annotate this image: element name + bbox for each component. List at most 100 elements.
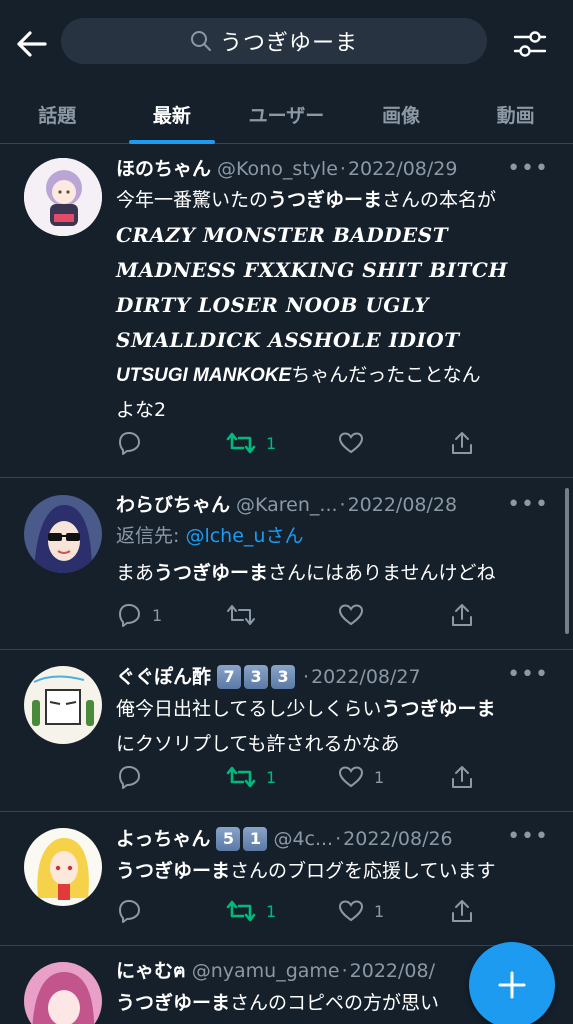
retweet-count: 1 (266, 901, 277, 921)
retweet-icon (226, 432, 256, 454)
avatar[interactable] (24, 495, 102, 573)
reply-icon (119, 900, 140, 923)
heart-icon (338, 766, 364, 788)
tweet-date[interactable]: 2022/08/26 (343, 826, 453, 852)
tab-videos[interactable]: 動画 (458, 86, 573, 143)
tweet-text: 今年一番驚いたのうつぎゆーまさんの本名が CRAZY MONSTER BADDE… (116, 183, 551, 428)
user-handle[interactable]: @Karen_... (236, 492, 338, 518)
tweet-date[interactable]: 2022/08/27 (311, 664, 421, 690)
retweet-count: 1 (266, 767, 277, 787)
search-highlight: うつぎゆーま (116, 992, 231, 1014)
tab-label: 動画 (496, 105, 535, 127)
tweet-date[interactable]: 2022/08/ (350, 958, 435, 984)
scrollbar[interactable] (565, 488, 569, 634)
display-name[interactable]: よっちゃん (116, 826, 210, 852)
like-button[interactable]: 1 (338, 762, 384, 792)
reply-context: 返信先: @lche_uさん (116, 522, 551, 550)
avatar[interactable] (24, 666, 102, 744)
tweet-actions: 1 1 (116, 762, 476, 792)
display-name[interactable]: ほのちゃん (116, 156, 211, 182)
tweet-header: よっちゃん 5 1 @4c... · 2022/08/26 (116, 826, 551, 852)
tweet-date[interactable]: 2022/08/29 (348, 156, 458, 182)
share-button[interactable] (450, 896, 474, 926)
user-handle[interactable]: @4c... (273, 826, 333, 852)
reply-suffix: さん (265, 525, 304, 547)
reply-button[interactable] (116, 428, 152, 458)
reply-button[interactable] (116, 896, 152, 926)
tab-images[interactable]: 画像 (344, 86, 459, 143)
search-input[interactable]: うつぎゆーま (61, 18, 487, 64)
text-segment: さんの本名が (382, 189, 497, 211)
filter-button[interactable] (508, 24, 552, 64)
share-icon (452, 766, 472, 788)
tweet[interactable]: ••• わらびちゃん @Karen_... · 2022/08/28 返信先: … (0, 478, 573, 650)
search-highlight: うつぎゆーま (381, 698, 496, 720)
name-suffix: ฅ (173, 960, 186, 982)
tab-users[interactable]: ユーザー (229, 86, 344, 143)
text-segment: まあ (116, 562, 155, 584)
display-name[interactable]: にゃむ (116, 958, 173, 984)
separator: · (339, 158, 346, 180)
tab-label: ユーザー (248, 105, 325, 127)
tweet[interactable]: ••• ほのちゃん @Kono_style · 2022/08/29 今年一番驚… (0, 144, 573, 478)
like-button[interactable] (338, 428, 374, 458)
reply-button[interactable]: 1 (116, 600, 162, 630)
like-button[interactable] (338, 600, 374, 630)
reply-icon (119, 766, 140, 789)
tweet-actions: 1 (116, 428, 476, 458)
number-badge: 3 (244, 665, 269, 689)
text-segment: ちゃんだったことなん (291, 364, 481, 386)
share-button[interactable] (450, 762, 474, 792)
number-badge: 3 (271, 665, 296, 689)
tweet-actions: 1 1 (116, 896, 476, 926)
text-segment: さんにはありませんけどね (268, 562, 496, 584)
avatar-image (24, 158, 102, 236)
text-line: にクソリプしても許されるかなあ (116, 733, 400, 755)
separator: · (339, 494, 346, 516)
tweet[interactable]: ••• よっちゃん 5 1 @4c... · 2022/08/26 うつぎゆーま… (0, 812, 573, 946)
back-button[interactable] (12, 24, 52, 64)
tab-label: 画像 (382, 105, 421, 127)
reply-button[interactable] (116, 762, 152, 792)
mention-link[interactable]: @lche_u (185, 525, 265, 547)
text-segment: 俺今日出社してるし少しくらい (116, 698, 382, 720)
text-line: DIRTY LOSER NOOB UGLY (116, 293, 429, 317)
tweet-header: わらびちゃん @Karen_... · 2022/08/28 (116, 492, 551, 518)
separator: · (303, 666, 310, 688)
reply-icon (119, 432, 140, 455)
avatar[interactable] (24, 962, 102, 1024)
retweet-button[interactable]: 1 (226, 896, 276, 926)
user-handle[interactable]: @Kono_style (217, 156, 338, 182)
text-line: よな2 (116, 399, 167, 421)
tweet-text: 俺今日出社してるし少しくらいうつぎゆーま にクソリプしても許されるかなあ (116, 692, 551, 762)
compose-button[interactable] (469, 942, 555, 1024)
display-name[interactable]: わらびちゃん (116, 492, 230, 518)
avatar[interactable] (24, 828, 102, 906)
avatar-image (24, 962, 102, 1024)
text-line: MADNESS FXXKING SHIT BITCH (116, 258, 508, 282)
share-button[interactable] (450, 428, 474, 458)
retweet-button[interactable] (226, 600, 266, 630)
top-bar: うつぎゆーま (0, 0, 573, 86)
heart-icon (338, 432, 364, 454)
sliders-icon (513, 31, 547, 57)
tab-label: 最新 (152, 105, 191, 127)
like-button[interactable]: 1 (338, 896, 384, 926)
tweet-text: うつぎゆーまさんのブログを応援しています (116, 854, 551, 889)
number-badge: 7 (217, 665, 242, 689)
retweet-button[interactable]: 1 (226, 428, 276, 458)
retweet-button[interactable]: 1 (226, 762, 276, 792)
tab-trending[interactable]: 話題 (0, 86, 115, 143)
search-highlight: うつぎゆーま (154, 562, 269, 584)
like-count: 1 (374, 767, 385, 787)
heart-icon (338, 900, 364, 922)
tweet[interactable]: ••• ぐぐぽん酢 7 3 3 · 2022/08/27 俺今日出社してるし少し… (0, 650, 573, 812)
text-segment: 今年一番驚いたの (116, 189, 269, 211)
tweet-date[interactable]: 2022/08/28 (348, 492, 458, 518)
user-handle[interactable]: @nyamu_game (192, 958, 340, 984)
avatar[interactable] (24, 158, 102, 236)
tab-latest[interactable]: 最新 (115, 86, 230, 143)
display-name[interactable]: ぐぐぽん酢 (116, 664, 211, 690)
share-button[interactable] (450, 600, 474, 630)
tweet-actions: 1 (116, 600, 476, 630)
